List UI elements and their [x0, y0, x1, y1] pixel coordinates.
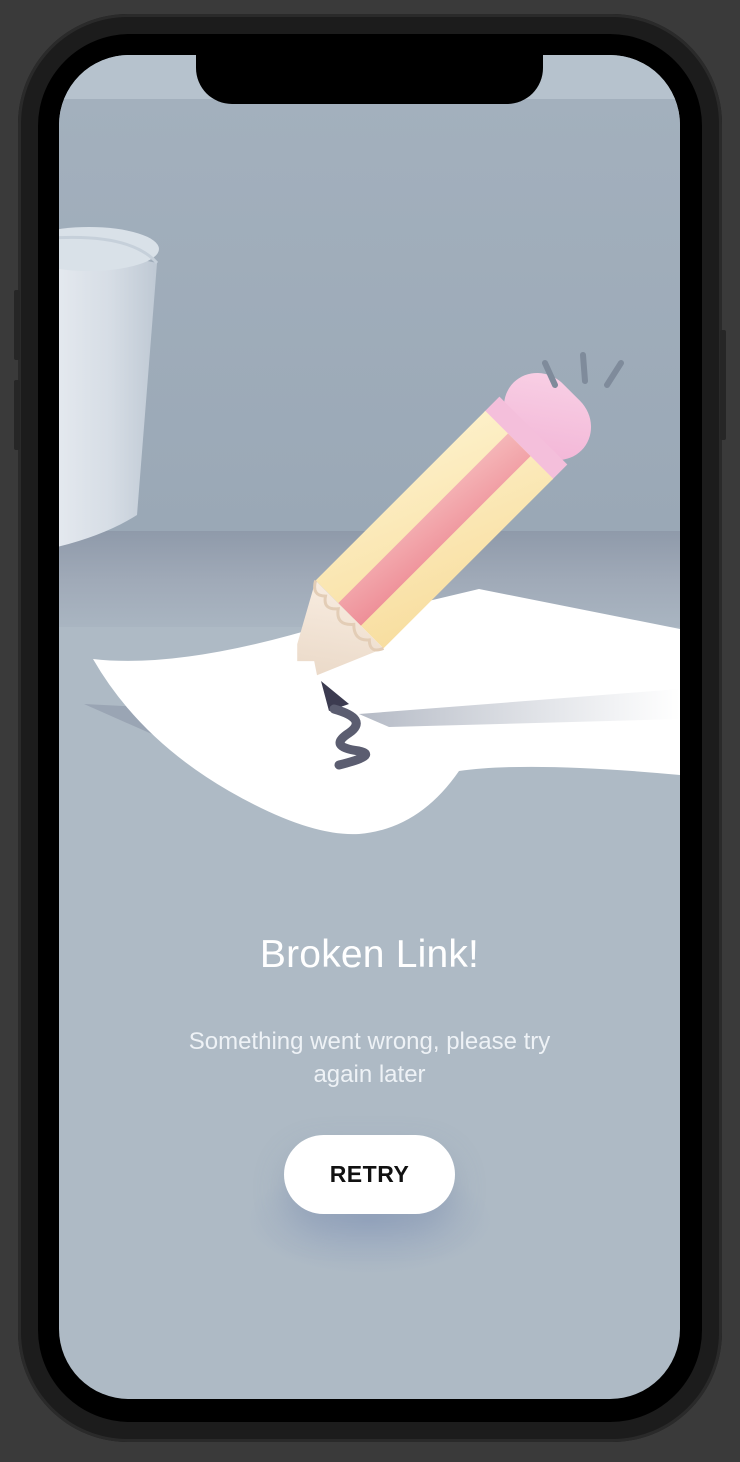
error-title: Broken Link!: [259, 933, 480, 976]
broken-pencil-illustration: [59, 99, 680, 859]
app-screen: Broken Link! Something went wrong, pleas…: [59, 55, 680, 1399]
retry-button[interactable]: RETRY: [284, 1135, 455, 1214]
device-side-button: [14, 380, 20, 450]
error-message: Something went wrong, please try again l…: [188, 1028, 551, 1088]
device-notch: [196, 55, 543, 104]
device-side-button: [720, 330, 726, 440]
device-side-button: [14, 290, 20, 360]
